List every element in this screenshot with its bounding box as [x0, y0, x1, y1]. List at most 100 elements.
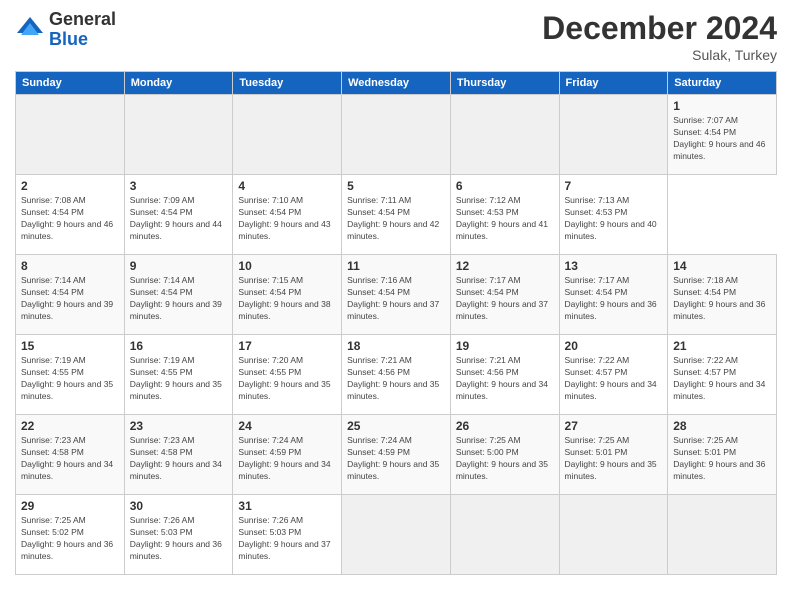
day-cell: 20 Sunrise: 7:22 AMSunset: 4:57 PMDayligh… — [559, 335, 668, 415]
day-cell: 17 Sunrise: 7:20 AMSunset: 4:55 PMDayligh… — [233, 335, 342, 415]
day-cell: 28 Sunrise: 7:25 AMSunset: 5:01 PMDayligh… — [668, 415, 777, 495]
week-row: 8 Sunrise: 7:14 AMSunset: 4:54 PMDaylight… — [16, 255, 777, 335]
empty-cell — [668, 495, 777, 575]
col-header-thursday: Thursday — [450, 72, 559, 95]
day-number: 10 — [238, 259, 336, 273]
day-number: 1 — [673, 99, 771, 113]
day-number: 19 — [456, 339, 554, 353]
day-info: Sunrise: 7:24 AMSunset: 4:59 PMDaylight:… — [347, 435, 445, 483]
day-number: 23 — [130, 419, 228, 433]
day-number: 4 — [238, 179, 336, 193]
day-number: 17 — [238, 339, 336, 353]
day-info: Sunrise: 7:09 AMSunset: 4:54 PMDaylight:… — [130, 195, 228, 243]
day-info: Sunrise: 7:24 AMSunset: 4:59 PMDaylight:… — [238, 435, 336, 483]
day-info: Sunrise: 7:20 AMSunset: 4:55 PMDaylight:… — [238, 355, 336, 403]
day-info: Sunrise: 7:21 AMSunset: 4:56 PMDaylight:… — [347, 355, 445, 403]
day-info: Sunrise: 7:17 AMSunset: 4:54 PMDaylight:… — [456, 275, 554, 323]
day-info: Sunrise: 7:17 AMSunset: 4:54 PMDaylight:… — [565, 275, 663, 323]
day-cell: 21 Sunrise: 7:22 AMSunset: 4:57 PMDayligh… — [668, 335, 777, 415]
day-info: Sunrise: 7:25 AMSunset: 5:01 PMDaylight:… — [565, 435, 663, 483]
day-number: 22 — [21, 419, 119, 433]
col-header-sunday: Sunday — [16, 72, 125, 95]
week-row: 29 Sunrise: 7:25 AMSunset: 5:02 PMDayligh… — [16, 495, 777, 575]
location-subtitle: Sulak, Turkey — [542, 47, 777, 63]
day-cell: 2Sunrise: 7:08 AMSunset: 4:54 PMDaylight… — [16, 175, 125, 255]
col-header-monday: Monday — [124, 72, 233, 95]
day-cell: 29 Sunrise: 7:25 AMSunset: 5:02 PMDayligh… — [16, 495, 125, 575]
calendar-table: SundayMondayTuesdayWednesdayThursdayFrid… — [15, 71, 777, 575]
logo-blue: Blue — [49, 30, 116, 50]
day-cell: 23 Sunrise: 7:23 AMSunset: 4:58 PMDayligh… — [124, 415, 233, 495]
day-info: Sunrise: 7:14 AMSunset: 4:54 PMDaylight:… — [130, 275, 228, 323]
day-cell: 10 Sunrise: 7:15 AMSunset: 4:54 PMDayligh… — [233, 255, 342, 335]
day-cell: 8 Sunrise: 7:14 AMSunset: 4:54 PMDaylight… — [16, 255, 125, 335]
day-cell: 6Sunrise: 7:12 AMSunset: 4:53 PMDaylight… — [450, 175, 559, 255]
day-cell: 14 Sunrise: 7:18 AMSunset: 4:54 PMDayligh… — [668, 255, 777, 335]
day-number: 20 — [565, 339, 663, 353]
day-info: Sunrise: 7:25 AMSunset: 5:00 PMDaylight:… — [456, 435, 554, 483]
empty-cell — [16, 95, 125, 175]
week-row: 2Sunrise: 7:08 AMSunset: 4:54 PMDaylight… — [16, 175, 777, 255]
day-info: Sunrise: 7:14 AMSunset: 4:54 PMDaylight:… — [21, 275, 119, 323]
day-info: Sunrise: 7:22 AMSunset: 4:57 PMDaylight:… — [565, 355, 663, 403]
day-info: Sunrise: 7:19 AMSunset: 4:55 PMDaylight:… — [130, 355, 228, 403]
day-cell: 13 Sunrise: 7:17 AMSunset: 4:54 PMDayligh… — [559, 255, 668, 335]
day-number: 29 — [21, 499, 119, 513]
week-row: 15 Sunrise: 7:19 AMSunset: 4:55 PMDayligh… — [16, 335, 777, 415]
day-info: Sunrise: 7:16 AMSunset: 4:54 PMDaylight:… — [347, 275, 445, 323]
day-info: Sunrise: 7:15 AMSunset: 4:54 PMDaylight:… — [238, 275, 336, 323]
day-info: Sunrise: 7:23 AMSunset: 4:58 PMDaylight:… — [130, 435, 228, 483]
empty-cell — [559, 495, 668, 575]
day-info: Sunrise: 7:18 AMSunset: 4:54 PMDaylight:… — [673, 275, 771, 323]
day-cell: 15 Sunrise: 7:19 AMSunset: 4:55 PMDayligh… — [16, 335, 125, 415]
day-cell: 22 Sunrise: 7:23 AMSunset: 4:58 PMDayligh… — [16, 415, 125, 495]
day-cell: 24 Sunrise: 7:24 AMSunset: 4:59 PMDayligh… — [233, 415, 342, 495]
day-cell: 3Sunrise: 7:09 AMSunset: 4:54 PMDaylight… — [124, 175, 233, 255]
logo-text: General Blue — [49, 10, 116, 50]
col-header-wednesday: Wednesday — [342, 72, 451, 95]
day-cell: 26 Sunrise: 7:25 AMSunset: 5:00 PMDayligh… — [450, 415, 559, 495]
day-info: Sunrise: 7:26 AMSunset: 5:03 PMDaylight:… — [130, 515, 228, 563]
day-number: 13 — [565, 259, 663, 273]
day-info: Sunrise: 7:22 AMSunset: 4:57 PMDaylight:… — [673, 355, 771, 403]
day-number: 6 — [456, 179, 554, 193]
col-header-tuesday: Tuesday — [233, 72, 342, 95]
day-number: 28 — [673, 419, 771, 433]
day-number: 15 — [21, 339, 119, 353]
header-row: SundayMondayTuesdayWednesdayThursdayFrid… — [16, 72, 777, 95]
day-cell: 25Sunrise: 7:24 AMSunset: 4:59 PMDayligh… — [342, 415, 451, 495]
day-number: 12 — [456, 259, 554, 273]
day-number: 27 — [565, 419, 663, 433]
day-info: Sunrise: 7:19 AMSunset: 4:55 PMDaylight:… — [21, 355, 119, 403]
day-info: Sunrise: 7:26 AMSunset: 5:03 PMDaylight:… — [238, 515, 336, 563]
day-number: 14 — [673, 259, 771, 273]
day-number: 8 — [21, 259, 119, 273]
empty-cell — [450, 95, 559, 175]
calendar-page: General Blue December 2024 Sulak, Turkey… — [0, 0, 792, 612]
day-info: Sunrise: 7:13 AMSunset: 4:53 PMDaylight:… — [565, 195, 663, 243]
logo-general: General — [49, 10, 116, 30]
day-number: 26 — [456, 419, 554, 433]
day-info: Sunrise: 7:23 AMSunset: 4:58 PMDaylight:… — [21, 435, 119, 483]
day-cell: 11 Sunrise: 7:16 AMSunset: 4:54 PMDayligh… — [342, 255, 451, 335]
day-number: 30 — [130, 499, 228, 513]
col-header-saturday: Saturday — [668, 72, 777, 95]
day-number: 9 — [130, 259, 228, 273]
day-cell: 1Sunrise: 7:07 AMSunset: 4:54 PMDaylight… — [668, 95, 777, 175]
day-cell: 30 Sunrise: 7:26 AMSunset: 5:03 PMDayligh… — [124, 495, 233, 575]
empty-cell — [342, 495, 451, 575]
day-info: Sunrise: 7:25 AMSunset: 5:02 PMDaylight:… — [21, 515, 119, 563]
day-cell: 27 Sunrise: 7:25 AMSunset: 5:01 PMDayligh… — [559, 415, 668, 495]
month-title: December 2024 — [542, 10, 777, 47]
logo-icon — [15, 15, 45, 45]
day-number: 7 — [565, 179, 663, 193]
day-number: 18 — [347, 339, 445, 353]
day-number: 24 — [238, 419, 336, 433]
day-number: 11 — [347, 259, 445, 273]
day-number: 31 — [238, 499, 336, 513]
day-info: Sunrise: 7:10 AMSunset: 4:54 PMDaylight:… — [238, 195, 336, 243]
logo: General Blue — [15, 10, 116, 50]
empty-cell — [559, 95, 668, 175]
day-info: Sunrise: 7:25 AMSunset: 5:01 PMDaylight:… — [673, 435, 771, 483]
day-number: 21 — [673, 339, 771, 353]
